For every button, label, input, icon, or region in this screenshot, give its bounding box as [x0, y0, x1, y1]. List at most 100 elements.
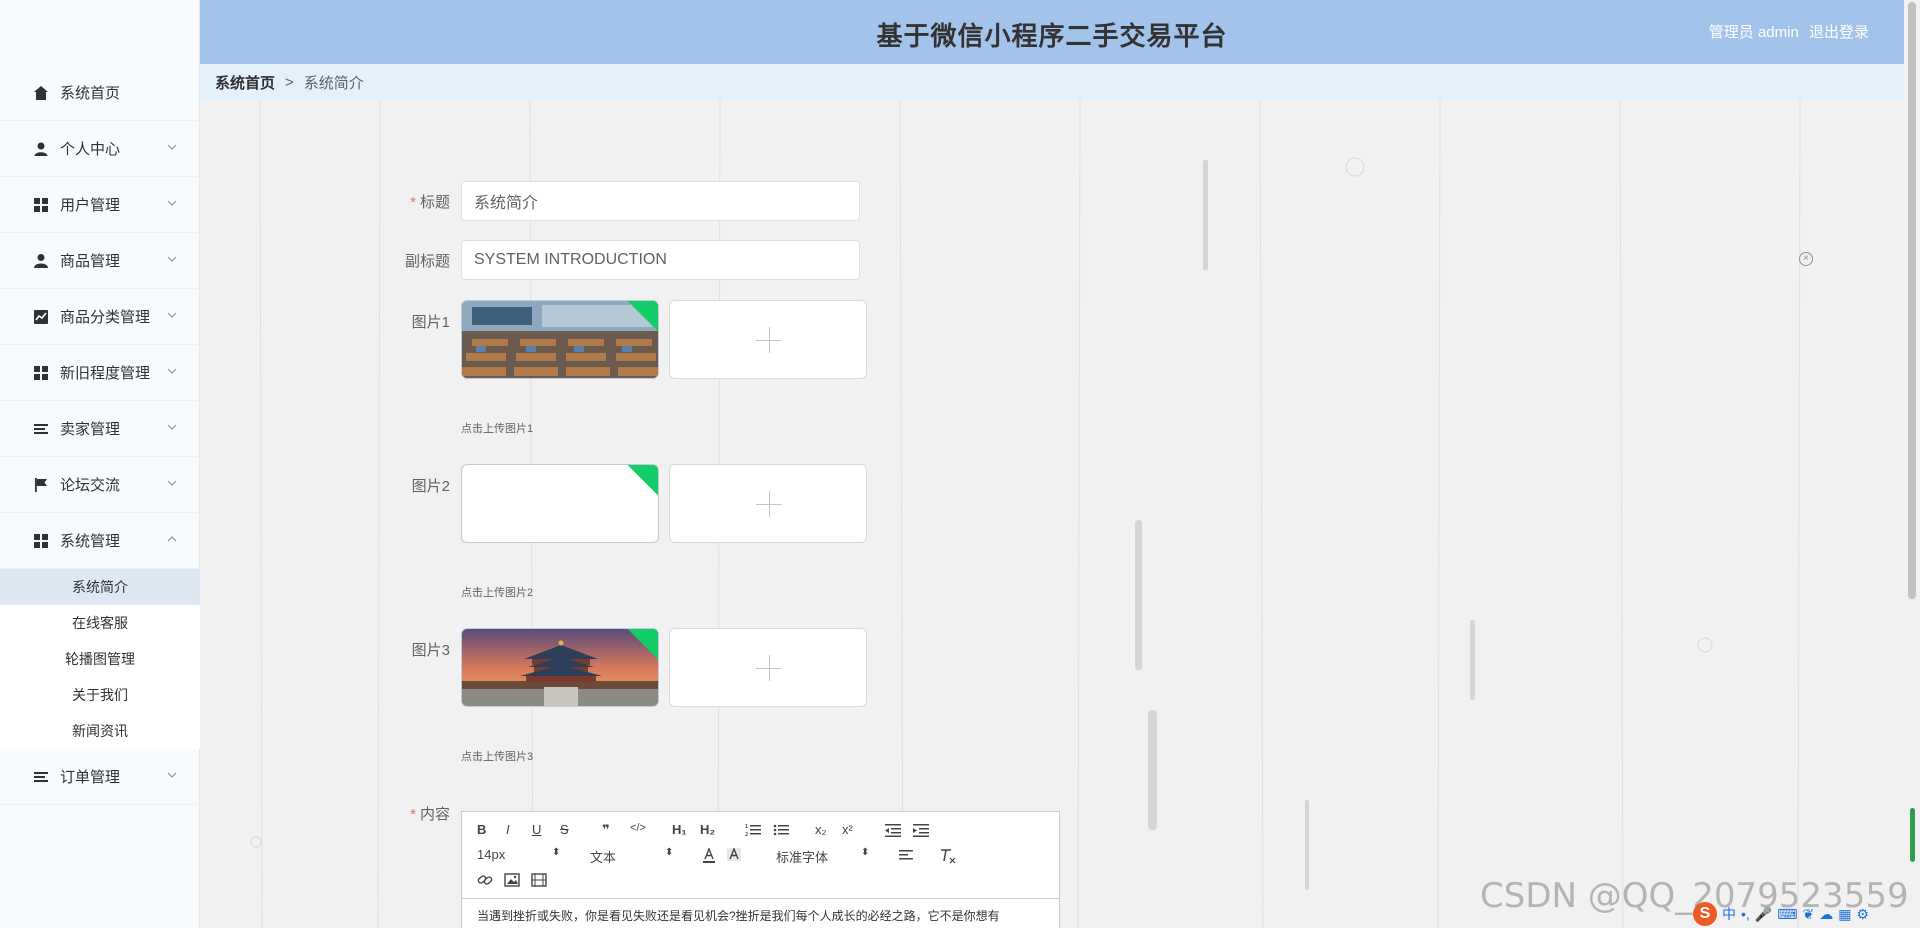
image2-thumbnail[interactable]	[461, 464, 659, 543]
ime-mode: 中	[1722, 906, 1736, 922]
chevron-down-icon	[167, 368, 177, 374]
image1-uploader[interactable]	[669, 300, 867, 379]
sidebar-item-label: 卖家管理	[60, 421, 121, 438]
submenu-item-online-service[interactable]: 在线客服	[0, 605, 200, 641]
plus-icon-vertical	[769, 655, 770, 681]
plus-icon-vertical	[769, 491, 770, 517]
breadcrumb-home[interactable]: 系统首页	[215, 72, 275, 93]
submenu-label: 轮播图管理	[65, 651, 135, 667]
plus-icon-vertical	[769, 327, 770, 353]
ime-toolbar[interactable]: S 中 •, 🎤 ⌨ ❦ ☁ ▦ ⚙	[1693, 902, 1869, 926]
sidebar-menu: 系统首页 个人中心 用户管理 商品管理 商品分类管理 新旧程度管理 卖家管理 论…	[0, 65, 200, 805]
underline-button[interactable]: U	[532, 822, 541, 837]
image2-uploader[interactable]	[669, 464, 867, 543]
image3-uploader[interactable]	[669, 628, 867, 707]
code-block-button[interactable]: </>	[630, 822, 646, 834]
video-icon[interactable]	[531, 872, 547, 888]
rich-text-editor: B I U S ❞ </> H₁ H₂ 12 x₂ x² 14px ⬍ 文本 ⬍ 标…	[461, 811, 1060, 928]
chevron-down-icon	[167, 424, 177, 430]
ime-logo: S	[1693, 902, 1717, 926]
submenu-item-system-intro[interactable]: 系统简介	[0, 569, 200, 605]
sidebar-item-users[interactable]: 用户管理	[0, 177, 200, 233]
title-label-text: 标题	[419, 194, 450, 211]
bold-button[interactable]: B	[477, 822, 486, 837]
strike-button[interactable]: S	[560, 822, 569, 837]
svg-text:2: 2	[745, 832, 748, 837]
blockquote-button[interactable]: ❞	[602, 822, 610, 838]
link-icon[interactable]	[477, 872, 493, 888]
cloud-icon: ☁	[1819, 905, 1834, 922]
sidebar-item-forum[interactable]: 论坛交流	[0, 457, 200, 513]
sidebar-item-label: 商品分类管理	[60, 309, 151, 326]
sidebar-item-orders[interactable]: 订单管理	[0, 749, 200, 805]
grid-icon	[34, 197, 48, 212]
chevron-down-icon	[167, 772, 177, 778]
sidebar-item-condition[interactable]: 新旧程度管理	[0, 345, 200, 401]
sidebar-item-personal-center[interactable]: 个人中心	[0, 121, 200, 177]
superscript-button[interactable]: x²	[842, 822, 853, 837]
align-icon[interactable]	[899, 849, 915, 863]
chevron-down-icon	[167, 256, 177, 262]
sidebar-item-sellers[interactable]: 卖家管理	[0, 401, 200, 457]
sidebar-item-label: 用户管理	[60, 197, 121, 214]
subscript-button[interactable]: x₂	[815, 822, 827, 837]
italic-button[interactable]: I	[506, 822, 510, 837]
title-label: * 标题	[350, 191, 450, 212]
sidebar-item-label: 论坛交流	[60, 477, 121, 494]
required-mark: *	[410, 806, 416, 823]
sidebar: 系统首页 个人中心 用户管理 商品管理 商品分类管理 新旧程度管理 卖家管理 论…	[0, 0, 200, 928]
indent-icon[interactable]	[913, 823, 929, 837]
header-select[interactable]: 文本 ⬍	[590, 847, 673, 866]
header2-button[interactable]: H₂	[700, 822, 715, 837]
sidebar-item-goods-category[interactable]: 商品分类管理	[0, 289, 200, 345]
classroom-image	[462, 301, 658, 378]
font-size-select[interactable]: 14px ⬍	[477, 847, 560, 862]
sidebar-item-label: 商品管理	[60, 253, 121, 270]
ime-punctuation-icon: •,	[1741, 906, 1750, 922]
submenu-item-news[interactable]: 新闻资讯	[0, 713, 200, 749]
logout-link[interactable]: 退出登录	[1809, 24, 1869, 41]
image-icon[interactable]	[504, 872, 520, 888]
image3-thumbnail[interactable]	[461, 628, 659, 707]
image3-label: 图片3	[411, 642, 450, 659]
chevron-down-icon	[167, 312, 177, 318]
temple-of-heaven-image	[462, 629, 658, 706]
header1-button[interactable]: H₁	[672, 822, 687, 837]
submenu-item-about-us[interactable]: 关于我们	[0, 677, 200, 713]
submenu-item-carousel[interactable]: 轮播图管理	[0, 641, 200, 677]
header: 基于微信小程序二手交易平台 管理员 admin 退出登录	[200, 0, 1904, 64]
subtitle-input-value: SYSTEM INTRODUCTION	[474, 251, 667, 268]
font-color-icon[interactable]	[702, 848, 716, 864]
title-input[interactable]: 系统简介	[461, 181, 860, 221]
sidebar-item-label: 订单管理	[60, 769, 121, 786]
sidebar-item-system[interactable]: 系统管理	[0, 513, 200, 569]
breadcrumb-current: 系统简介	[303, 74, 364, 92]
subtitle-input[interactable]: SYSTEM INTRODUCTION	[461, 240, 860, 280]
submenu-label: 在线客服	[72, 615, 128, 631]
user-icon	[34, 142, 48, 156]
wood-texture-background	[200, 100, 1904, 928]
ordered-list-icon[interactable]: 12	[745, 823, 761, 837]
submenu-label: 系统简介	[72, 579, 128, 595]
outdent-icon[interactable]	[885, 823, 901, 837]
font-family-select[interactable]: 标准字体 ⬍	[776, 847, 869, 866]
bullet-list-icon[interactable]	[773, 823, 789, 837]
font-family-value: 标准字体	[776, 850, 829, 865]
clear-icon[interactable]: ×	[1799, 252, 1813, 266]
background-color-icon[interactable]	[727, 848, 741, 864]
image1-thumbnail[interactable]	[461, 300, 659, 379]
sidebar-item-label: 新旧程度管理	[60, 365, 151, 382]
scrollbar-thumb[interactable]	[1908, 2, 1916, 599]
chart-icon	[34, 309, 48, 324]
image1-label: 图片1	[411, 314, 450, 331]
chevron-down-icon	[167, 480, 177, 486]
system-submenu: 系统简介 在线客服 轮播图管理 关于我们 新闻资讯	[0, 569, 200, 749]
person-icon	[34, 253, 48, 268]
editor-content[interactable]: 当遇到挫折或失败，你是看见失败还是看见机会?挫折是我们每个人成长的必经之路，它不…	[462, 898, 1059, 928]
clear-format-icon[interactable]	[939, 848, 957, 864]
home-icon	[34, 85, 48, 100]
sidebar-item-goods[interactable]: 商品管理	[0, 233, 200, 289]
sidebar-item-home[interactable]: 系统首页	[0, 65, 200, 121]
chevron-down-icon	[167, 144, 177, 150]
apps-icon: ▦	[1838, 905, 1852, 922]
